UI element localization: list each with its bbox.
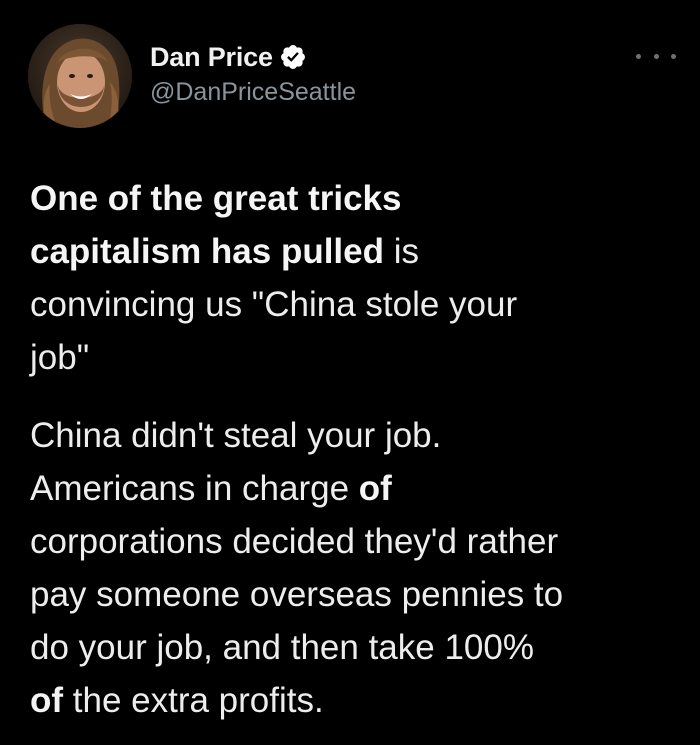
text: the extra profits.	[63, 681, 324, 720]
tweet-line: job"	[30, 338, 90, 377]
tweet-line: do your job, and then take 100%	[30, 628, 534, 667]
more-dot	[653, 53, 659, 59]
text: is	[384, 232, 419, 271]
tweet-line: Americans in charge of	[30, 462, 680, 515]
more-dot	[671, 53, 676, 59]
author-name-row: Dan Price	[150, 40, 307, 74]
bold-text: of	[30, 681, 64, 720]
tweet-line: corporations decided they'd rather	[30, 522, 559, 561]
tweet-paragraph-1: One of the great tricks capitalism has p…	[30, 172, 680, 384]
verified-badge-icon	[279, 43, 307, 71]
avatar-image	[28, 24, 132, 128]
tweet-line: of the extra profits.	[30, 674, 680, 727]
tweet-line: convincing us "China stole your	[30, 285, 518, 324]
tweet-line: China didn't steal your job.	[30, 416, 442, 455]
tweet-card: Dan Price @DanPriceSeattle One of the gr…	[0, 0, 700, 745]
author-handle[interactable]: @DanPriceSeattle	[150, 78, 356, 107]
bold-text: of	[358, 469, 392, 508]
more-options-icon[interactable]	[636, 46, 676, 66]
bold-text: One of the great tricks	[30, 179, 402, 218]
tweet-paragraph-2: China didn't steal your job. Americans i…	[30, 409, 680, 727]
more-dot	[636, 53, 641, 59]
tweet-line: One of the great tricks	[30, 172, 680, 225]
author-display-name[interactable]: Dan Price	[150, 42, 273, 73]
bold-text: capitalism has pulled	[30, 232, 384, 271]
tweet-line: capitalism has pulled is	[30, 225, 680, 278]
text: Americans in charge	[30, 469, 359, 508]
tweet-line: pay someone overseas pennies to	[30, 575, 564, 614]
avatar[interactable]	[28, 24, 132, 128]
